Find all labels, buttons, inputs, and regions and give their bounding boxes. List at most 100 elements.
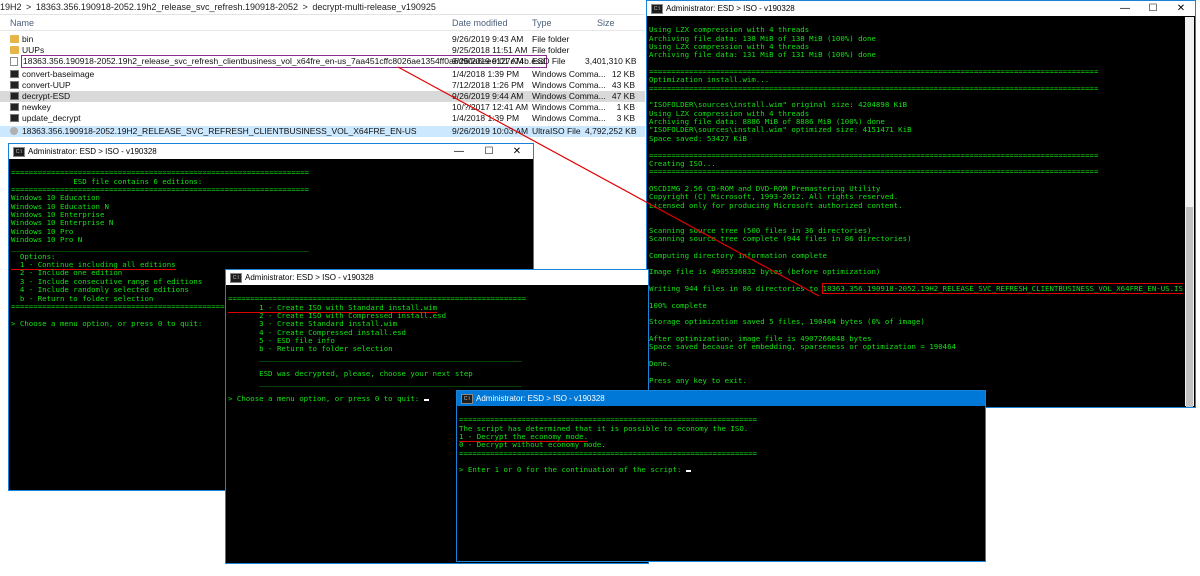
file-type: File folder xyxy=(532,34,570,44)
list-item[interactable]: convert-UUP 7/12/2018 1:26 PM Windows Co… xyxy=(0,80,645,91)
prompt-text: > Enter 1 or 0 for the continuation of t… xyxy=(459,465,682,475)
console-icon: C:\ xyxy=(13,147,25,157)
file-explorer: 19H2 > 18363.356.190918-2052.19h2_releas… xyxy=(0,0,645,146)
scrollbar[interactable] xyxy=(1185,17,1194,407)
breadcrumb-item[interactable]: decrypt-multi-release_v190925 xyxy=(312,2,436,12)
console-line: ========================================… xyxy=(649,150,1099,160)
file-date: 1/4/2018 1:39 PM xyxy=(452,113,520,123)
console-line: ========================================… xyxy=(649,167,1099,177)
column-size[interactable]: Size xyxy=(597,18,615,28)
file-date: 9/26/2019 9:43 AM xyxy=(452,34,524,44)
breadcrumb-item[interactable]: 19H2 xyxy=(0,2,22,12)
console-line: Space saved because of embedding, sparse… xyxy=(649,342,957,352)
text-cursor xyxy=(423,399,429,402)
text-cursor xyxy=(685,470,691,473)
title-bar[interactable]: C:\ Administrator: ESD > ISO - v190328 xyxy=(226,270,648,285)
minimize-button[interactable]: — xyxy=(1111,1,1139,16)
console-text: Writing 944 files in 86 directories to xyxy=(649,284,823,293)
file-size: 12 KB xyxy=(611,69,635,79)
cmd-icon xyxy=(10,114,19,122)
console-line: Licensed only for producing Microsoft au… xyxy=(649,200,903,210)
cmd-icon xyxy=(10,103,19,111)
file-date: 9/26/2019 9:44 AM xyxy=(452,91,524,101)
maximize-button[interactable]: ☐ xyxy=(1139,1,1167,16)
file-size: 4,792,252 KB xyxy=(585,126,637,136)
folder-icon xyxy=(10,35,19,43)
console-line: ________________________________________… xyxy=(11,243,310,253)
breadcrumb-separator: > xyxy=(302,2,308,12)
list-item[interactable]: bin 9/26/2019 9:43 AM File folder xyxy=(0,34,645,45)
console-line: Archiving file data: 131 MiB of 131 MiB … xyxy=(649,50,876,60)
console-line: ________________________________________… xyxy=(228,352,522,362)
console-icon: C:\ xyxy=(461,394,473,404)
list-item[interactable]: 18363.356.190918-2052.19h2_release_svc_r… xyxy=(0,55,645,68)
close-button[interactable]: ✕ xyxy=(503,144,531,159)
console-line: Windows 10 Enterprise N xyxy=(11,218,114,228)
file-name: newkey xyxy=(22,102,51,112)
console-window-economy[interactable]: C:\ Administrator: ESD > ISO - v190328 =… xyxy=(456,390,986,562)
file-name: bin xyxy=(22,34,34,44)
breadcrumb-item[interactable]: 18363.356.190918-2052.19h2_release_svc_r… xyxy=(36,2,298,12)
file-name: decrypt-ESD xyxy=(22,91,71,101)
window-title: Administrator: ESD > ISO - v190328 xyxy=(28,147,157,156)
console-prompt[interactable]: > Enter 1 or 0 for the continuation of t… xyxy=(459,466,983,474)
file-name: convert-baseimage xyxy=(22,69,95,79)
column-type[interactable]: Type xyxy=(532,18,552,28)
console-window-iso-creation[interactable]: C:\ Administrator: ESD > ISO - v190328 —… xyxy=(646,0,1196,408)
cmd-icon xyxy=(10,92,19,100)
console-output: Using LZX compression with 4 threads Arch… xyxy=(649,18,1183,405)
console-line: Writing 944 files in 86 directories to 1… xyxy=(649,283,1183,294)
file-name: UUPs xyxy=(22,45,45,55)
console-line: ========================================… xyxy=(459,448,758,458)
console-line: ========================================… xyxy=(649,83,1099,93)
window-title: Administrator: ESD > ISO - v190328 xyxy=(476,394,605,403)
console-line: Storage optimization saved 5 files, 1904… xyxy=(649,317,925,327)
folder-icon xyxy=(10,46,19,54)
list-item[interactable]: update_decrypt 1/4/2018 1:39 PM Windows … xyxy=(0,113,645,124)
console-icon: C:\ xyxy=(230,273,242,283)
prompt-text: > Choose a menu option, or press 0 to qu… xyxy=(228,394,420,404)
console-line: Windows 10 Pro xyxy=(11,226,74,236)
list-item[interactable]: convert-baseimage 1/4/2018 1:39 PM Windo… xyxy=(0,69,645,80)
minimize-button[interactable]: — xyxy=(445,144,473,159)
maximize-button[interactable]: ☐ xyxy=(475,144,503,159)
file-size: 3 KB xyxy=(616,113,635,123)
file-type: UltraISO File xyxy=(532,126,581,136)
console-line: Space saved: 53427 KiB xyxy=(649,133,747,143)
column-name[interactable]: Name xyxy=(10,18,34,28)
file-name: convert-UUP xyxy=(22,80,71,90)
console-line: 100% complete xyxy=(649,300,707,310)
title-bar[interactable]: C:\ Administrator: ESD > ISO - v190328 —… xyxy=(9,144,533,159)
console-line: Scanning source tree complete (944 files… xyxy=(649,233,912,243)
list-item[interactable]: UUPs 9/25/2018 11:51 AM File folder xyxy=(0,45,645,56)
file-size: 47 KB xyxy=(611,91,635,101)
scrollbar-thumb[interactable] xyxy=(1186,207,1193,407)
file-date: 9/26/2019 10:03 AM xyxy=(452,126,529,136)
file-date: 10/?/2017 12:41 AM xyxy=(452,102,529,112)
list-item[interactable]: newkey 10/?/2017 12:41 AM Windows Comma.… xyxy=(0,102,645,113)
column-headers: Name Date modified Type Size xyxy=(0,16,645,31)
close-button[interactable]: ✕ xyxy=(1167,1,1195,16)
file-size: 43 KB xyxy=(611,80,635,90)
console-line: Done. xyxy=(649,359,672,369)
file-size: 1 KB xyxy=(616,102,635,112)
title-bar[interactable]: C:\ Administrator: ESD > ISO - v190328 xyxy=(457,391,985,406)
file-date: 1/4/2018 1:39 PM xyxy=(452,69,520,79)
file-name: 18363.356.190918-2052.19H2_RELEASE_SVC_R… xyxy=(22,126,417,136)
console-line: Computing directory information complete xyxy=(649,250,827,260)
breadcrumb-separator: > xyxy=(26,2,32,12)
title-bar[interactable]: C:\ Administrator: ESD > ISO - v190328 —… xyxy=(647,1,1195,16)
list-item[interactable]: 18363.356.190918-2052.19H2_RELEASE_SVC_R… xyxy=(0,126,645,137)
console-output: ========================================… xyxy=(459,408,983,559)
file-date: 7/12/2018 1:26 PM xyxy=(452,80,524,90)
breadcrumb: 19H2 > 18363.356.190918-2052.19h2_releas… xyxy=(0,0,645,15)
column-date[interactable]: Date modified xyxy=(452,18,508,28)
file-date: 9/25/2018 11:51 AM xyxy=(452,45,528,55)
disc-icon xyxy=(10,127,18,135)
iso-filename: 18363.356.190918-2052.19H2_RELEASE_SVC_R… xyxy=(821,283,1183,294)
file-date: 9/26/2019 9:01 AM xyxy=(452,56,524,66)
list-item[interactable]: decrypt-ESD 9/26/2019 9:44 AM Windows Co… xyxy=(0,91,645,102)
file-icon xyxy=(10,57,18,66)
